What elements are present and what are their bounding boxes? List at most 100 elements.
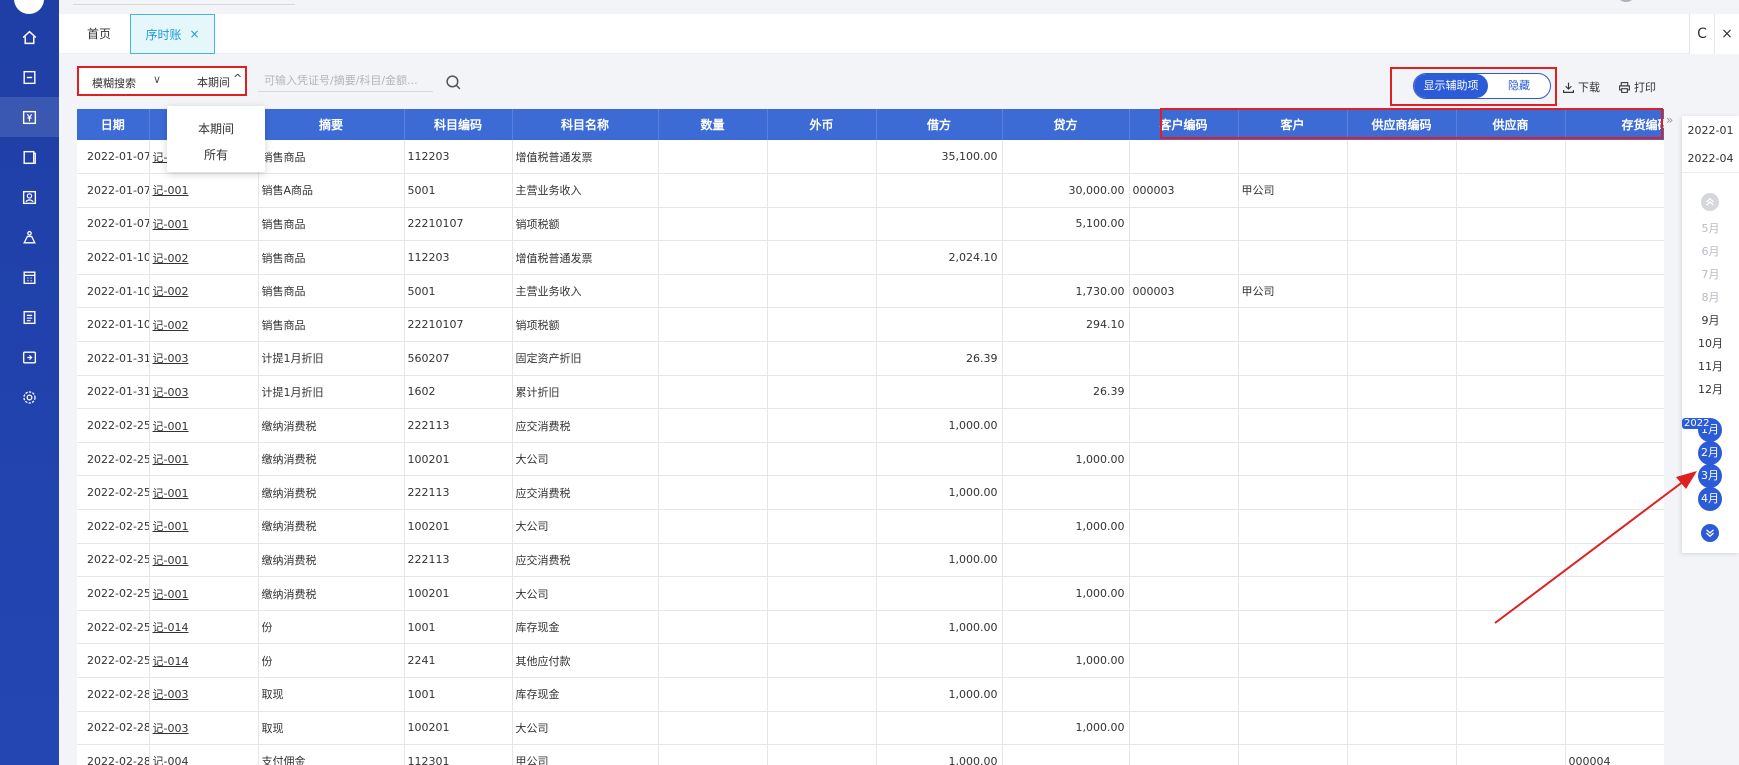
col-date-header[interactable]: 日期 (77, 109, 150, 140)
period-range-end[interactable]: 2022-04 (1682, 152, 1739, 165)
col-quantity-header[interactable]: 数量 (658, 109, 768, 140)
col-voucher-cell[interactable]: 记-001 (149, 442, 259, 477)
table-row[interactable]: 2022-01-31 记-003 计提1月折旧 560207 固定资产折旧 26.39 (77, 341, 1664, 376)
table-row[interactable]: 2022-02-25 记-001 缴纳消费税 100201 大公司 1,000.00 (77, 442, 1664, 477)
tab-home[interactable]: 首页 (69, 14, 129, 54)
user-avatar[interactable] (1616, 0, 1636, 2)
col-voucher-cell[interactable]: 记-003 (149, 341, 259, 376)
aux-hide-button[interactable]: 隐藏 (1488, 74, 1550, 98)
col-voucher-cell[interactable]: 记-002 (149, 307, 259, 343)
table-row[interactable]: 2022-02-25 记-001 缴纳消费税 100201 大公司 1,000.00 (77, 576, 1664, 611)
table-row[interactable]: 2022-02-28 记-003 取现 100201 大公司 1,000.00 (77, 711, 1664, 746)
table-row[interactable]: 2022-01-07 记-001 销售商品 22210107 销项税额 5,100.00 (77, 207, 1664, 242)
scroll-down-icon[interactable] (1701, 524, 1719, 542)
col-account-code-cell: 5001 (404, 173, 513, 208)
col-voucher-cell[interactable]: 记-002 (149, 240, 259, 275)
nav-tax[interactable] (0, 337, 59, 377)
table-row[interactable]: 2022-01-07 记-001 销售A商品 5001 主营业务收入 30,000.00 0… (77, 173, 1664, 208)
col-voucher-cell[interactable]: 记-001 (149, 509, 259, 544)
col-voucher-cell[interactable]: 记-004 (149, 744, 259, 765)
col-voucher-cell[interactable]: 记-003 (149, 711, 259, 746)
search-input[interactable] (258, 70, 433, 92)
table-row[interactable]: 2022-02-25 记-001 缴纳消费税 222113 应交消费税 1,000.00 (77, 543, 1664, 578)
panel-expand-icon[interactable]: » (1666, 113, 1673, 127)
table-row[interactable]: 2022-02-28 记-004 支付佣金 112301 甲公司 1,000.00 0000… (77, 744, 1664, 765)
period-month-item[interactable]: 9月 (1682, 312, 1739, 328)
table-row[interactable]: 2022-01-10 记-002 销售商品 112203 增值税普通发票 2,024.10 (77, 240, 1664, 275)
table-row[interactable]: 2022-02-25 记-001 缴纳消费税 100201 大公司 1,000.00 (77, 509, 1664, 544)
period-month-selected[interactable]: 4月 (1698, 487, 1722, 511)
period-month-item[interactable]: 12月 (1682, 381, 1739, 397)
nav-asset[interactable] (0, 217, 59, 257)
col-summary-header[interactable]: 摘要 (258, 109, 405, 140)
search-icon[interactable] (445, 74, 462, 91)
col-voucher-cell[interactable]: 记-001 (149, 543, 259, 578)
col-voucher-cell[interactable]: 记-014 (149, 643, 259, 678)
col-account-code-cell: 2241 (404, 643, 513, 678)
table-row[interactable]: 2022-02-25 记-001 缴纳消费税 222113 应交消费税 1,000.00 (77, 475, 1664, 511)
print-button[interactable]: 打印 (1618, 79, 1656, 95)
period-month-item[interactable]: 6月 (1682, 243, 1739, 259)
refresh-icon[interactable]: C (1689, 14, 1714, 54)
period-month-selected[interactable]: 2月 (1698, 441, 1722, 465)
table-row[interactable]: 2022-01-31 记-003 计提1月折旧 1602 累计折旧 26.39 (77, 375, 1664, 410)
chevron-down-icon[interactable]: ∨ (153, 73, 161, 86)
nav-home[interactable] (0, 17, 59, 57)
col-voucher-cell[interactable]: 记-001 (149, 475, 259, 511)
nav-ledger[interactable] (0, 97, 59, 137)
scroll-up-icon[interactable] (1701, 193, 1719, 211)
table-row[interactable]: 2022-02-25 记-001 缴纳消费税 222113 应交消费税 1,000.00 (77, 408, 1664, 443)
col-customer-code-cell (1129, 375, 1239, 410)
col-foreign-currency-header[interactable]: 外币 (767, 109, 877, 140)
period-month-selected[interactable]: 3月 (1698, 464, 1722, 488)
col-credit-cell (1002, 744, 1130, 765)
col-account-code-header[interactable]: 科目编码 (404, 109, 513, 140)
col-debit-cell: 26.39 (876, 341, 1003, 376)
nav-voucher[interactable] (0, 57, 59, 97)
period-month-item[interactable]: 5月 (1682, 220, 1739, 236)
period-month-item[interactable]: 7月 (1682, 266, 1739, 282)
table-row[interactable]: 2022-01-10 记-002 销售商品 22210107 销项税额 294.10 (77, 307, 1664, 343)
download-icon (1563, 82, 1574, 93)
period-month-item[interactable]: 10月 (1682, 335, 1739, 351)
chevron-up-icon[interactable]: ^ (233, 72, 242, 85)
download-button[interactable]: 下载 (1562, 79, 1600, 95)
col-voucher-cell[interactable]: 记-001 (149, 207, 259, 242)
table-row[interactable]: 2022-02-28 记-003 取现 1001 库存现金 1,000.00 (77, 677, 1664, 712)
period-option-current[interactable]: 本期间 (167, 120, 265, 137)
close-icon[interactable]: × (1714, 14, 1739, 54)
col-voucher-cell[interactable]: 记-014 (149, 610, 259, 645)
tab-close-icon[interactable]: × (189, 27, 199, 41)
col-debit-header[interactable]: 借方 (876, 109, 1003, 140)
col-customer-code-cell (1129, 543, 1239, 578)
nav-document[interactable] (0, 297, 59, 337)
table-row[interactable]: 2022-01-10 记-002 销售商品 5001 主营业务收入 1,730.00 000… (77, 274, 1664, 309)
aux-show-button[interactable]: 显示辅助项 (1414, 74, 1488, 98)
tab-journal[interactable]: 序时账 × (130, 14, 215, 54)
table-row[interactable]: 2022-02-25 记-014 份 2241 其他应付款 1,000.00 (77, 643, 1664, 678)
col-voucher-cell[interactable]: 记-003 (149, 375, 259, 410)
col-voucher-cell[interactable]: 记-001 (149, 408, 259, 443)
col-voucher-cell[interactable]: 记-002 (149, 274, 259, 309)
nav-report[interactable] (0, 177, 59, 217)
col-account-name-cell: 销项税额 (512, 307, 659, 343)
nav-settings[interactable] (0, 377, 59, 417)
fuzzy-search-select[interactable]: 模糊搜索 (92, 75, 136, 91)
table-row[interactable]: 2022-02-25 记-014 份 1001 库存现金 1,000.00 (77, 610, 1664, 645)
period-month-item[interactable]: 11月 (1682, 358, 1739, 374)
period-option-all[interactable]: 所有 (167, 146, 265, 163)
period-select[interactable]: 本期间 (197, 74, 230, 90)
col-voucher-cell[interactable]: 记-003 (149, 677, 259, 712)
col-inventory-code-cell (1565, 643, 1664, 678)
nav-books[interactable] (0, 137, 59, 177)
home-icon (22, 30, 37, 44)
table-row[interactable]: 2022-01-07记-001销售商品112203增值税普通发票35,100.0… (77, 140, 1664, 175)
col-voucher-cell[interactable]: 记-001 (149, 173, 259, 208)
col-account-name-header[interactable]: 科目名称 (512, 109, 659, 140)
col-credit-header[interactable]: 贷方 (1002, 109, 1130, 140)
col-voucher-cell[interactable]: 记-001 (149, 576, 259, 611)
period-range-start[interactable]: 2022-01 (1682, 124, 1739, 137)
period-month-item[interactable]: 8月 (1682, 289, 1739, 305)
nav-building[interactable] (0, 257, 59, 297)
aux-toggle[interactable]: 显示辅助项 隐藏 (1413, 73, 1551, 99)
